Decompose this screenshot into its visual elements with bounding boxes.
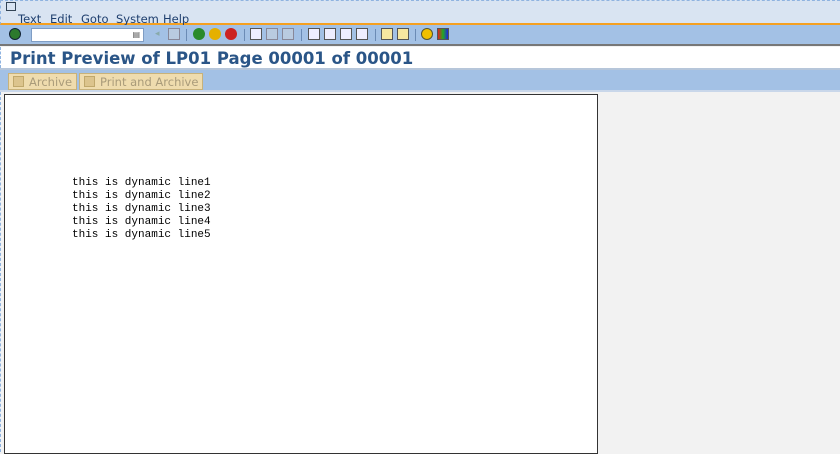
menu-bar: Text Edit Goto System Help [0,0,840,26]
menu-system[interactable]: System [116,12,159,26]
menu-help[interactable]: Help [163,12,189,26]
text-line: this is dynamic line4 [72,216,211,228]
application-toolbar: Archive Print and Archive [0,68,840,92]
first-page-icon[interactable] [308,28,320,40]
text-line: this is dynamic line2 [72,190,211,202]
text-line: this is dynamic line1 [72,177,211,189]
page-title: Print Preview of LP01 Page 00001 of 0000… [10,49,414,68]
prev-disabled-icon: ◂ [155,29,160,39]
shortcut-icon[interactable] [397,28,409,40]
frame-edge [0,92,1,452]
menu-goto[interactable]: Goto [81,12,109,26]
separator [301,29,302,41]
text-line: this is dynamic line3 [72,203,211,215]
print-preview-page: this is dynamic line1 this is dynamic lin… [4,94,598,454]
back-icon[interactable] [193,28,205,40]
find-icon [266,28,278,40]
separator [375,29,376,41]
exit-icon[interactable] [209,28,221,40]
print-and-archive-button[interactable]: Print and Archive [79,73,204,90]
save-icon [168,28,180,40]
cancel-icon[interactable] [225,28,237,40]
next-page-icon[interactable] [340,28,352,40]
archive-icon [13,76,24,87]
new-session-icon[interactable] [381,28,393,40]
separator [186,29,187,41]
separator [415,29,416,41]
text-line: this is dynamic line5 [72,229,211,241]
standard-toolbar: ▤ ◂ [0,25,840,46]
print-and-archive-label: Print and Archive [100,75,199,89]
print-icon[interactable] [250,28,262,40]
separator [244,29,245,41]
system-menu-icon[interactable] [6,2,16,11]
archive-label: Archive [29,75,73,89]
title-bar: Print Preview of LP01 Page 00001 of 0000… [0,47,840,68]
previous-page-icon[interactable] [324,28,336,40]
command-field[interactable]: ▤ [31,28,144,42]
archive-button[interactable]: Archive [8,73,78,90]
menu-text[interactable]: Text [18,12,41,26]
menu-edit[interactable]: Edit [50,12,72,26]
last-page-icon[interactable] [356,28,368,40]
print-archive-icon [84,76,95,87]
help-icon[interactable] [421,28,433,40]
find-next-icon [282,28,294,40]
enter-icon[interactable] [9,28,21,40]
layout-icon[interactable] [437,28,449,40]
command-dropdown-icon[interactable]: ▤ [132,30,140,39]
page-text: this is dynamic line1 this is dynamic lin… [72,177,211,242]
